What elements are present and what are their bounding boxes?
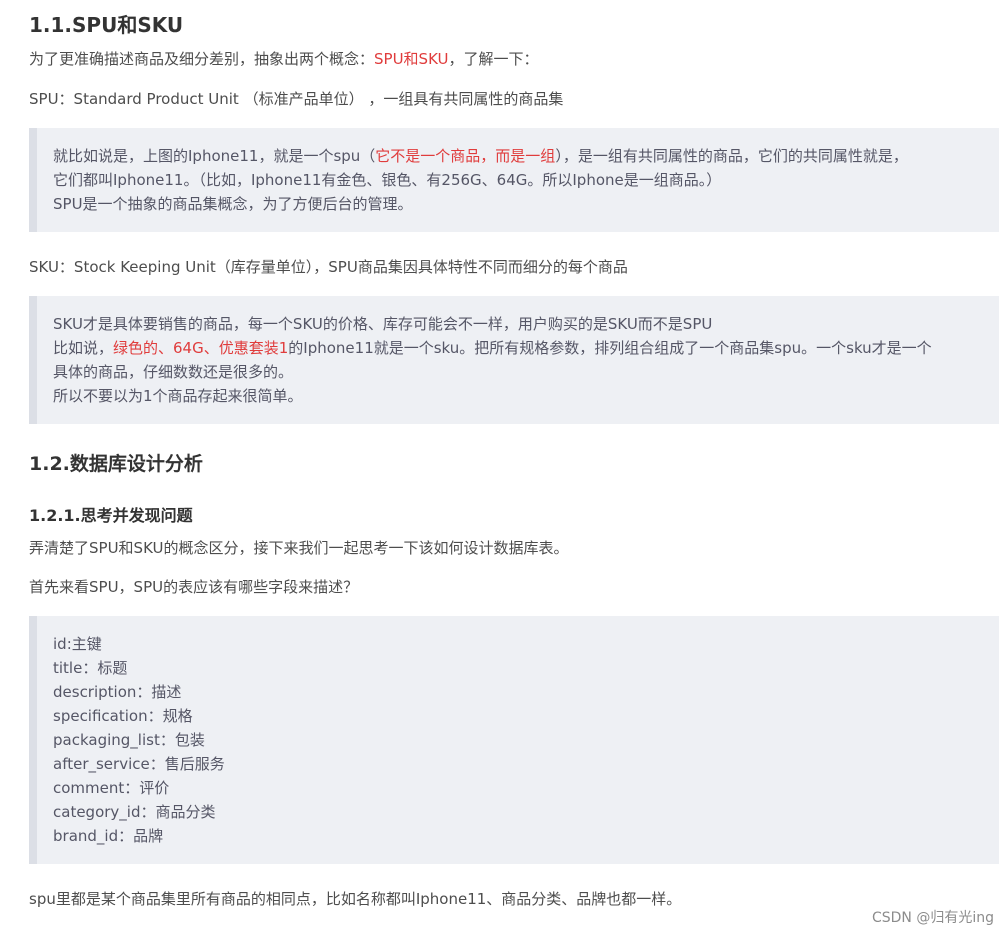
spu-quote-line-1: 就比如说是，上图的Iphone11，就是一个spu（它不是一个商品，而是一组），… xyxy=(53,144,983,168)
field-specification: specification：规格 xyxy=(53,707,193,725)
spu-quote-text-b: ），是一组有共同属性的商品，它们的共同属性就是， xyxy=(555,147,908,165)
intro-paragraph: 为了更准确描述商品及细分差别，抽象出两个概念：SPU和SKU，了解一下： xyxy=(29,47,539,71)
spu-definition: SPU：Standard Product Unit （标准产品单位） ，一组具有… xyxy=(29,90,564,108)
spu-quote-highlight: 它不是一个商品，而是一组 xyxy=(375,147,556,165)
sku-quote-text-b: 的Iphone11就是一个sku。把所有规格参数，排列组合组成了一个商品集spu… xyxy=(288,339,932,357)
field-after-service: after_service：售后服务 xyxy=(53,755,225,773)
watermark: CSDN @归有光ing xyxy=(871,910,994,926)
spu-fields-quote: id:主键 title：标题 description：描述 specificat… xyxy=(29,616,999,864)
subsection-title-thinking: 1.2.1.思考并发现问题 xyxy=(29,506,193,525)
paragraph-concepts: 弄清楚了SPU和SKU的概念区分，接下来我们一起思考一下该如何设计数据库表。 xyxy=(29,539,569,557)
spu-quote-text-a: 就比如说是，上图的Iphone11，就是一个spu（ xyxy=(53,147,376,165)
spu-quote: 就比如说是，上图的Iphone11，就是一个spu（它不是一个商品，而是一组），… xyxy=(29,128,999,232)
field-brand-id: brand_id：品牌 xyxy=(53,827,164,845)
field-description: description：描述 xyxy=(53,683,182,701)
sku-quote-line-3: 具体的商品，仔细数数还是很多的。 xyxy=(53,363,294,381)
field-title: title：标题 xyxy=(53,659,128,677)
intro-text-b: ，了解一下： xyxy=(448,50,539,68)
intro-highlight: SPU和SKU xyxy=(374,50,449,68)
sku-quote-line-1: SKU才是具体要销售的商品，每一个SKU的价格、库存可能会不一样，用户购买的是S… xyxy=(53,315,713,333)
field-id: id:主键 xyxy=(53,635,102,653)
sku-quote: SKU才是具体要销售的商品，每一个SKU的价格、库存可能会不一样，用户购买的是S… xyxy=(29,296,999,424)
sku-quote-line-4: 所以不要以为1个商品存起来很简单。 xyxy=(53,387,303,405)
paragraph-spu-fields-question: 首先来看SPU，SPU的表应该有哪些字段来描述？ xyxy=(29,578,359,596)
spu-quote-line-2: 它们都叫Iphone11。（比如，Iphone11有金色、银色、有256G、64… xyxy=(53,171,722,189)
paragraph-spu-common: spu里都是某个商品集里所有商品的相同点，比如名称都叫Iphone11、商品分类… xyxy=(29,890,682,908)
sku-quote-line-2: 比如说，绿色的、64G、优惠套装1的Iphone11就是一个sku。把所有规格参… xyxy=(53,336,983,360)
intro-text-a: 为了更准确描述商品及细分差别，抽象出两个概念： xyxy=(29,50,375,68)
field-packaging-list: packaging_list：包装 xyxy=(53,731,205,749)
section-title-spu-sku: 1.1.SPU和SKU xyxy=(29,13,184,37)
sku-quote-text-a: 比如说， xyxy=(53,339,114,357)
spu-quote-line-3: SPU是一个抽象的商品集概念，为了方便后台的管理。 xyxy=(53,195,413,213)
sku-definition: SKU：Stock Keeping Unit（库存量单位），SPU商品集因具体特… xyxy=(29,258,628,276)
field-comment: comment：评价 xyxy=(53,779,170,797)
section-title-db-design: 1.2.数据库设计分析 xyxy=(29,453,203,475)
field-category-id: category_id：商品分类 xyxy=(53,803,216,821)
sku-quote-highlight: 绿色的、64G、优惠套装1 xyxy=(113,339,289,357)
